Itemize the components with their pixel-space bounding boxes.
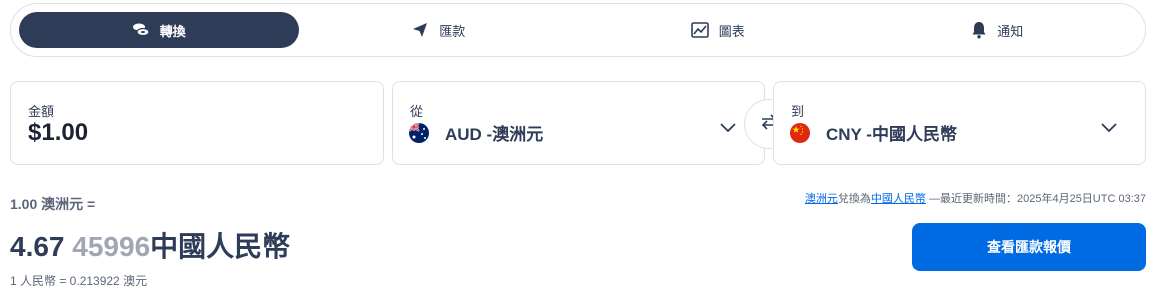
tab-send-label: 匯款 xyxy=(439,23,466,39)
send-icon xyxy=(411,21,429,39)
tab-convert-label: 轉換 xyxy=(159,23,186,39)
rate-disclaimer: 澳洲元兌換為中國人民幣 —最近更新時間：2025年4月25日UTC 03:37 xyxy=(805,190,1146,206)
australia-flag-icon xyxy=(409,122,429,143)
money-icon xyxy=(132,22,150,38)
from-currency-select[interactable]: 從 AUD -澳洲元 xyxy=(392,81,765,165)
tab-convert[interactable]: 轉換 xyxy=(19,12,299,48)
converted-amount-faded: 45996 xyxy=(72,231,151,262)
last-updated-text: —最近更新時間：2025年4月25日UTC 03:37 xyxy=(928,193,1146,205)
chevron-down-icon[interactable] xyxy=(720,120,736,138)
inverse-rate-line: 1 人民幣 = 0.213922 澳元 xyxy=(10,274,148,288)
to-currency-text: CNY -中國人民幣 xyxy=(826,125,957,144)
tab-alerts-label: 通知 xyxy=(997,23,1024,39)
converted-currency-name: 中國人民幣 xyxy=(150,231,291,262)
from-label: 從 xyxy=(410,104,424,119)
nav-tabbar: 轉換 匯款 圖表 通知 xyxy=(10,3,1146,57)
to-currency-link[interactable]: 中國人民幣 xyxy=(871,193,926,205)
amount-label: 金額 xyxy=(28,104,55,119)
convert-text: 兌換為 xyxy=(837,193,871,205)
china-flag-icon xyxy=(790,122,810,143)
to-currency-select[interactable]: 到 CNY -中國人民幣 xyxy=(773,81,1146,165)
tab-alerts[interactable]: 通知 xyxy=(858,12,1138,48)
tab-charts[interactable]: 圖表 xyxy=(578,12,858,48)
chevron-down-icon[interactable] xyxy=(1101,120,1117,138)
to-label: 到 xyxy=(791,104,805,119)
tab-send[interactable]: 匯款 xyxy=(299,12,579,48)
from-currency-link[interactable]: 澳洲元 xyxy=(805,193,838,205)
bell-icon xyxy=(971,21,987,39)
converted-amount: 4.67 45996中國人民幣 xyxy=(10,225,290,265)
amount-input[interactable]: $1.00 xyxy=(28,119,88,147)
base-amount-line: 1.00 澳洲元 = xyxy=(10,196,96,212)
converted-amount-main: 4.67 xyxy=(10,231,65,262)
from-currency-text: AUD -澳洲元 xyxy=(445,125,544,144)
chart-icon xyxy=(690,22,709,38)
view-transfer-quote-button[interactable]: 查看匯款報價 xyxy=(912,223,1146,271)
amount-field[interactable]: 金額 $1.00 xyxy=(10,81,384,165)
tab-charts-label: 圖表 xyxy=(718,23,745,39)
